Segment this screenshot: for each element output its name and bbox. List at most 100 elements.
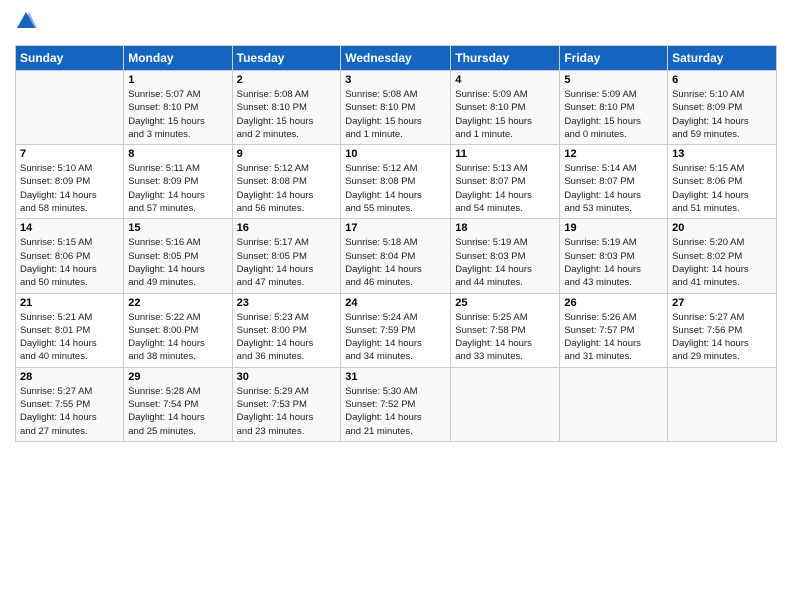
col-header-tuesday: Tuesday bbox=[232, 46, 341, 71]
calendar-cell bbox=[668, 367, 777, 441]
logo-icon bbox=[15, 10, 37, 32]
day-number: 10 bbox=[345, 148, 446, 160]
day-number: 14 bbox=[20, 222, 119, 234]
day-number: 13 bbox=[672, 148, 772, 160]
calendar-cell: 10 Sunrise: 5:12 AMSunset: 8:08 PMDayligh… bbox=[341, 145, 451, 219]
calendar-cell: 8 Sunrise: 5:11 AMSunset: 8:09 PMDaylight… bbox=[124, 145, 232, 219]
calendar-cell: 24 Sunrise: 5:24 AMSunset: 7:59 PMDayligh… bbox=[341, 293, 451, 367]
calendar-cell: 27 Sunrise: 5:27 AMSunset: 7:56 PMDayligh… bbox=[668, 293, 777, 367]
calendar-cell: 7Sunrise: 5:10 AMSunset: 8:09 PMDaylight… bbox=[16, 145, 124, 219]
logo bbox=[15, 10, 39, 37]
day-number: 4 bbox=[455, 74, 555, 86]
day-number: 16 bbox=[237, 222, 337, 234]
day-number: 26 bbox=[564, 297, 663, 309]
calendar-week-2: 7Sunrise: 5:10 AMSunset: 8:09 PMDaylight… bbox=[16, 145, 777, 219]
calendar-cell: 25 Sunrise: 5:25 AMSunset: 7:58 PMDayligh… bbox=[451, 293, 560, 367]
calendar-cell: 11 Sunrise: 5:13 AMSunset: 8:07 PMDayligh… bbox=[451, 145, 560, 219]
day-number: 27 bbox=[672, 297, 772, 309]
day-info: Sunrise: 5:16 AMSunset: 8:05 PMDaylight:… bbox=[128, 236, 227, 289]
calendar-cell: 17Sunrise: 5:18 AMSunset: 8:04 PMDayligh… bbox=[341, 219, 451, 293]
day-number: 1 bbox=[128, 74, 227, 86]
calendar-cell: 12 Sunrise: 5:14 AMSunset: 8:07 PMDayligh… bbox=[560, 145, 668, 219]
day-number: 12 bbox=[564, 148, 663, 160]
day-info: Sunrise: 5:17 AMSunset: 8:05 PMDaylight:… bbox=[237, 236, 337, 289]
calendar-cell: 22 Sunrise: 5:22 AMSunset: 8:00 PMDayligh… bbox=[124, 293, 232, 367]
calendar-cell: 21 Sunrise: 5:21 AMSunset: 8:01 PMDayligh… bbox=[16, 293, 124, 367]
calendar-week-3: 14 Sunrise: 5:15 AMSunset: 8:06 PMDayligh… bbox=[16, 219, 777, 293]
day-info: Sunrise: 5:12 AMSunset: 8:08 PMDaylight:… bbox=[345, 162, 446, 215]
calendar-week-5: 28Sunrise: 5:27 AMSunset: 7:55 PMDayligh… bbox=[16, 367, 777, 441]
day-info: Sunrise: 5:19 AMSunset: 8:03 PMDaylight:… bbox=[564, 236, 663, 289]
day-info: Sunrise: 5:27 AMSunset: 7:56 PMDaylight:… bbox=[672, 311, 772, 364]
day-info: Sunrise: 5:15 AMSunset: 8:06 PMDaylight:… bbox=[672, 162, 772, 215]
calendar-cell bbox=[560, 367, 668, 441]
day-number: 24 bbox=[345, 297, 446, 309]
calendar-cell: 30 Sunrise: 5:29 AMSunset: 7:53 PMDayligh… bbox=[232, 367, 341, 441]
col-header-saturday: Saturday bbox=[668, 46, 777, 71]
calendar-cell: 29Sunrise: 5:28 AMSunset: 7:54 PMDayligh… bbox=[124, 367, 232, 441]
day-info: Sunrise: 5:26 AMSunset: 7:57 PMDaylight:… bbox=[564, 311, 663, 364]
day-number: 5 bbox=[564, 74, 663, 86]
day-number: 30 bbox=[237, 371, 337, 383]
day-info: Sunrise: 5:12 AMSunset: 8:08 PMDaylight:… bbox=[237, 162, 337, 215]
day-info: Sunrise: 5:21 AMSunset: 8:01 PMDaylight:… bbox=[20, 311, 119, 364]
calendar-cell: 18 Sunrise: 5:19 AMSunset: 8:03 PMDayligh… bbox=[451, 219, 560, 293]
day-info: Sunrise: 5:23 AMSunset: 8:00 PMDaylight:… bbox=[237, 311, 337, 364]
calendar-body: 1 Sunrise: 5:07 AMSunset: 8:10 PMDaylight… bbox=[16, 71, 777, 442]
col-header-monday: Monday bbox=[124, 46, 232, 71]
day-info: Sunrise: 5:19 AMSunset: 8:03 PMDaylight:… bbox=[455, 236, 555, 289]
day-info: Sunrise: 5:08 AMSunset: 8:10 PMDaylight:… bbox=[237, 88, 337, 141]
day-info: Sunrise: 5:25 AMSunset: 7:58 PMDaylight:… bbox=[455, 311, 555, 364]
day-number: 22 bbox=[128, 297, 227, 309]
day-number: 11 bbox=[455, 148, 555, 160]
day-info: Sunrise: 5:24 AMSunset: 7:59 PMDaylight:… bbox=[345, 311, 446, 364]
day-info: Sunrise: 5:14 AMSunset: 8:07 PMDaylight:… bbox=[564, 162, 663, 215]
main-container: SundayMondayTuesdayWednesdayThursdayFrid… bbox=[0, 0, 792, 452]
col-header-sunday: Sunday bbox=[16, 46, 124, 71]
calendar-cell: 26 Sunrise: 5:26 AMSunset: 7:57 PMDayligh… bbox=[560, 293, 668, 367]
day-info: Sunrise: 5:30 AMSunset: 7:52 PMDaylight:… bbox=[345, 385, 446, 438]
col-header-thursday: Thursday bbox=[451, 46, 560, 71]
day-info: Sunrise: 5:13 AMSunset: 8:07 PMDaylight:… bbox=[455, 162, 555, 215]
day-number: 28 bbox=[20, 371, 119, 383]
calendar-header-row: SundayMondayTuesdayWednesdayThursdayFrid… bbox=[16, 46, 777, 71]
day-number: 9 bbox=[237, 148, 337, 160]
day-info: Sunrise: 5:10 AMSunset: 8:09 PMDaylight:… bbox=[672, 88, 772, 141]
calendar-week-1: 1 Sunrise: 5:07 AMSunset: 8:10 PMDaylight… bbox=[16, 71, 777, 145]
col-header-wednesday: Wednesday bbox=[341, 46, 451, 71]
day-number: 18 bbox=[455, 222, 555, 234]
day-info: Sunrise: 5:09 AMSunset: 8:10 PMDaylight:… bbox=[564, 88, 663, 141]
calendar-cell: 15 Sunrise: 5:16 AMSunset: 8:05 PMDayligh… bbox=[124, 219, 232, 293]
calendar-cell: 4 Sunrise: 5:09 AMSunset: 8:10 PMDaylight… bbox=[451, 71, 560, 145]
calendar-cell: 9 Sunrise: 5:12 AMSunset: 8:08 PMDaylight… bbox=[232, 145, 341, 219]
calendar-cell: 14 Sunrise: 5:15 AMSunset: 8:06 PMDayligh… bbox=[16, 219, 124, 293]
calendar-cell bbox=[451, 367, 560, 441]
calendar-table: SundayMondayTuesdayWednesdayThursdayFrid… bbox=[15, 45, 777, 442]
col-header-friday: Friday bbox=[560, 46, 668, 71]
calendar-cell bbox=[16, 71, 124, 145]
day-number: 15 bbox=[128, 222, 227, 234]
header bbox=[15, 10, 777, 37]
day-number: 8 bbox=[128, 148, 227, 160]
day-number: 19 bbox=[564, 222, 663, 234]
day-info: Sunrise: 5:15 AMSunset: 8:06 PMDaylight:… bbox=[20, 236, 119, 289]
calendar-cell: 28Sunrise: 5:27 AMSunset: 7:55 PMDayligh… bbox=[16, 367, 124, 441]
day-info: Sunrise: 5:20 AMSunset: 8:02 PMDaylight:… bbox=[672, 236, 772, 289]
calendar-cell: 3Sunrise: 5:08 AMSunset: 8:10 PMDaylight… bbox=[341, 71, 451, 145]
day-info: Sunrise: 5:11 AMSunset: 8:09 PMDaylight:… bbox=[128, 162, 227, 215]
day-info: Sunrise: 5:18 AMSunset: 8:04 PMDaylight:… bbox=[345, 236, 446, 289]
calendar-week-4: 21 Sunrise: 5:21 AMSunset: 8:01 PMDayligh… bbox=[16, 293, 777, 367]
day-info: Sunrise: 5:22 AMSunset: 8:00 PMDaylight:… bbox=[128, 311, 227, 364]
day-number: 25 bbox=[455, 297, 555, 309]
calendar-cell: 6Sunrise: 5:10 AMSunset: 8:09 PMDaylight… bbox=[668, 71, 777, 145]
calendar-cell: 16 Sunrise: 5:17 AMSunset: 8:05 PMDayligh… bbox=[232, 219, 341, 293]
calendar-cell: 2Sunrise: 5:08 AMSunset: 8:10 PMDaylight… bbox=[232, 71, 341, 145]
day-number: 21 bbox=[20, 297, 119, 309]
day-number: 23 bbox=[237, 297, 337, 309]
day-info: Sunrise: 5:07 AMSunset: 8:10 PMDaylight:… bbox=[128, 88, 227, 141]
calendar-cell: 13 Sunrise: 5:15 AMSunset: 8:06 PMDayligh… bbox=[668, 145, 777, 219]
day-number: 7 bbox=[20, 148, 119, 160]
calendar-cell: 20Sunrise: 5:20 AMSunset: 8:02 PMDayligh… bbox=[668, 219, 777, 293]
day-info: Sunrise: 5:09 AMSunset: 8:10 PMDaylight:… bbox=[455, 88, 555, 141]
day-info: Sunrise: 5:29 AMSunset: 7:53 PMDaylight:… bbox=[237, 385, 337, 438]
